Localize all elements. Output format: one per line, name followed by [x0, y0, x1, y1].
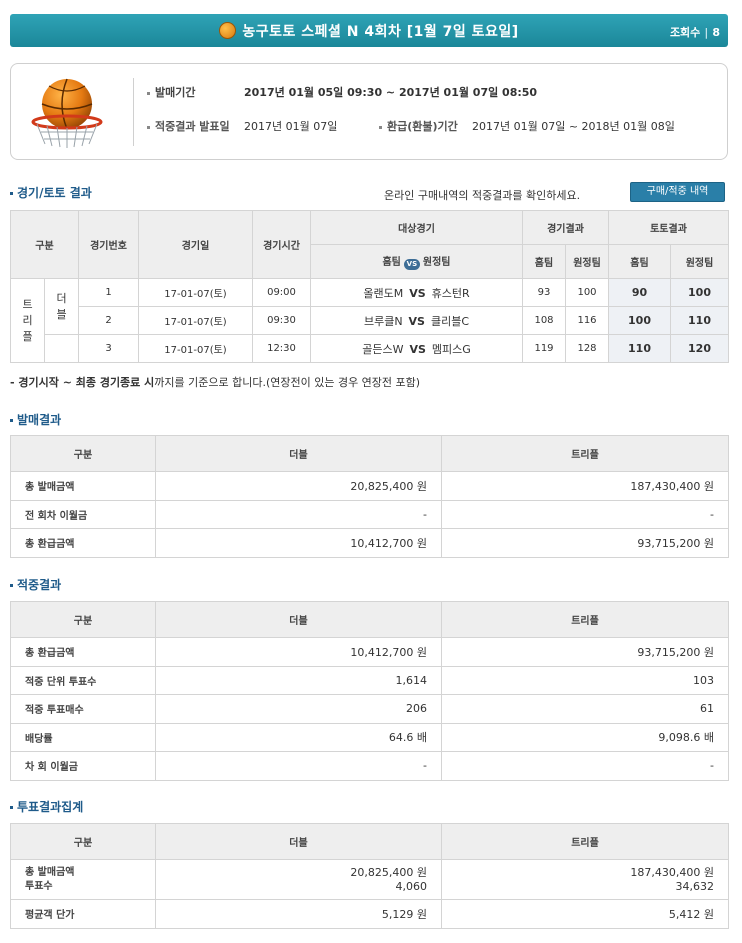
match-result-table: 구분 경기번호 경기일 경기시간 대상경기 경기결과 토토결과 홈팀 VS 원정팀 …	[10, 210, 729, 279]
view-count-value: 8	[712, 26, 720, 39]
col-game-away: 원정팀	[565, 244, 609, 279]
game-score-away: 100	[565, 278, 609, 307]
col-triple: 트리플	[441, 601, 729, 638]
game-date: 17-01-07(토)	[138, 278, 253, 307]
col-triple: 트리플	[441, 823, 729, 860]
game-time-footnote: - 경기시작 ~ 최종 경기종료 시까지를 기준으로 합니다.(연장전이 있는 …	[10, 376, 421, 389]
result-date-value: 2017년 01월 07일	[244, 120, 338, 133]
page-title-wrap: 농구토토 스페셜 N 4회차 [1월 7일 토요일]	[10, 21, 728, 41]
result-date-row: 적중결과 발표일	[147, 118, 230, 134]
game-no: 3	[78, 334, 139, 363]
toto-score-away: 120	[670, 334, 729, 363]
toto-score-home: 90	[608, 278, 671, 307]
game-score-home: 93	[522, 278, 566, 307]
col-toto-home: 홈팀	[608, 244, 671, 279]
table-row: 총 환급금액 10,412,700 원 93,715,200 원	[10, 528, 729, 558]
toto-score-away: 100	[670, 278, 729, 307]
table-row: 총 발매금액 투표수 20,825,400 원 4,060 187,430,400 …	[10, 859, 729, 900]
col-game-date: 경기일	[138, 210, 253, 279]
game-time: 12:30	[252, 334, 311, 363]
table-row: 3 17-01-07(토) 12:30 골든스W VS 멤피스G 119 128 1…	[11, 334, 729, 363]
game-time: 09:30	[252, 306, 311, 335]
result-date-label: 적중결과 발표일	[155, 120, 230, 133]
section-title-hit: 적중결과	[10, 576, 61, 593]
purchase-notice: 온라인 구매내역의 적중결과를 확인하세요.	[384, 189, 581, 202]
game-no: 2	[78, 306, 139, 335]
sale-period-label: 발매기간	[155, 86, 196, 99]
refund-period-label: 환급(환불)기간	[387, 120, 458, 133]
title-bar: 농구토토 스페셜 N 4회차 [1월 7일 토요일] 조회수 | 8	[10, 14, 728, 47]
col-type: 구분	[10, 601, 156, 638]
section-title-sales: 발매결과	[10, 411, 61, 428]
col-target-game: 대상경기	[310, 210, 523, 245]
game-teams: 골든스W VS 멤피스G	[310, 334, 523, 363]
table-row: 배당률 64.6 배 9,098.6 배	[10, 722, 729, 752]
basketball-icon	[219, 22, 237, 39]
category-double: 더블	[44, 278, 79, 335]
col-game-result: 경기결과	[522, 210, 609, 245]
col-game-home: 홈팀	[522, 244, 566, 279]
col-type: 구분	[10, 435, 156, 472]
col-toto-away: 원정팀	[670, 244, 729, 279]
refund-period-value: 2017년 01월 07일 ~ 2018년 01월 08일	[472, 120, 675, 133]
sales-result-table: 구분 더블 트리플 총 발매금액 20,825,400 원 187,430,40…	[10, 435, 729, 558]
col-type: 구분	[10, 823, 156, 860]
toto-score-home: 100	[608, 306, 671, 335]
match-rows: 트리플 더블 1 17-01-07(토) 09:00 올랜도M VS 휴스턴R 93…	[10, 278, 729, 363]
table-row: 전 회차 이월금 - -	[10, 499, 729, 529]
table-row: 총 환급금액 10,412,700 원 93,715,200 원	[10, 637, 729, 667]
col-toto-result: 토토결과	[608, 210, 729, 245]
table-row: 트리플 더블 1 17-01-07(토) 09:00 올랜도M VS 휴스턴R 93…	[10, 278, 729, 363]
vote-summary-table: 구분 더블 트리플 총 발매금액 투표수 20,825,400 원 4,060 18…	[10, 823, 729, 929]
view-count: 조회수 | 8	[669, 26, 720, 39]
col-double: 더블	[155, 823, 442, 860]
category-triple: 트리플	[10, 278, 45, 363]
col-triple: 트리플	[441, 435, 729, 472]
table-row: 적중 투표매수 206 61	[10, 694, 729, 724]
game-score-home: 108	[522, 306, 566, 335]
round-info-box: 발매기간 2017년 01월 05일 09:30 ~ 2017년 01월 07일…	[10, 63, 728, 160]
toto-score-away: 110	[670, 306, 729, 335]
toto-score-home: 110	[608, 334, 671, 363]
game-date: 17-01-07(토)	[138, 334, 253, 363]
table-row: 2 17-01-07(토) 09:30 브루클N VS 클리블C 108 116 1…	[11, 306, 729, 335]
col-game-no: 경기번호	[78, 210, 139, 279]
game-date: 17-01-07(토)	[138, 306, 253, 335]
table-row: 평균객 단가 5,129 원 5,412 원	[10, 899, 729, 929]
info-divider	[133, 78, 134, 146]
page-title: 농구토토 스페셜 N 4회차 [1월 7일 토요일]	[242, 24, 519, 40]
table-row: 총 발매금액 20,825,400 원 187,430,400 원	[10, 471, 729, 501]
purchase-history-button[interactable]: 구매/적중 내역	[630, 182, 725, 202]
game-no: 1	[78, 278, 139, 307]
col-home-vs-away: 홈팀 VS 원정팀	[310, 244, 523, 279]
basketball-hoop-icon	[31, 78, 103, 148]
vs-icon: VS	[403, 259, 420, 270]
col-type: 구분	[10, 210, 79, 279]
sale-period-value: 2017년 01월 05일 09:30 ~ 2017년 01월 07일 08:5…	[244, 86, 538, 99]
col-game-time: 경기시간	[252, 210, 311, 279]
sale-period-row: 발매기간	[147, 84, 195, 100]
game-score-away: 116	[565, 306, 609, 335]
table-row: 적중 단위 투표수 1,614 103	[10, 665, 729, 695]
game-teams: 올랜도M VS 휴스턴R	[310, 278, 523, 307]
game-score-home: 119	[522, 334, 566, 363]
game-teams: 브루클N VS 클리블C	[310, 306, 523, 335]
game-score-away: 128	[565, 334, 609, 363]
col-double: 더블	[155, 601, 442, 638]
game-time: 09:00	[252, 278, 311, 307]
section-title-match: 경기/토토 결과	[10, 184, 92, 201]
hit-result-table: 구분 더블 트리플 총 환급금액 10,412,700 원 93,715,200…	[10, 601, 729, 781]
refund-period-row: 환급(환불)기간	[379, 118, 458, 134]
table-row: 차 회 이월금 - -	[10, 751, 729, 781]
empty-cell	[44, 334, 79, 363]
col-double: 더블	[155, 435, 442, 472]
section-title-vote: 투표결과집계	[10, 798, 83, 815]
view-count-label: 조회수	[669, 26, 701, 39]
